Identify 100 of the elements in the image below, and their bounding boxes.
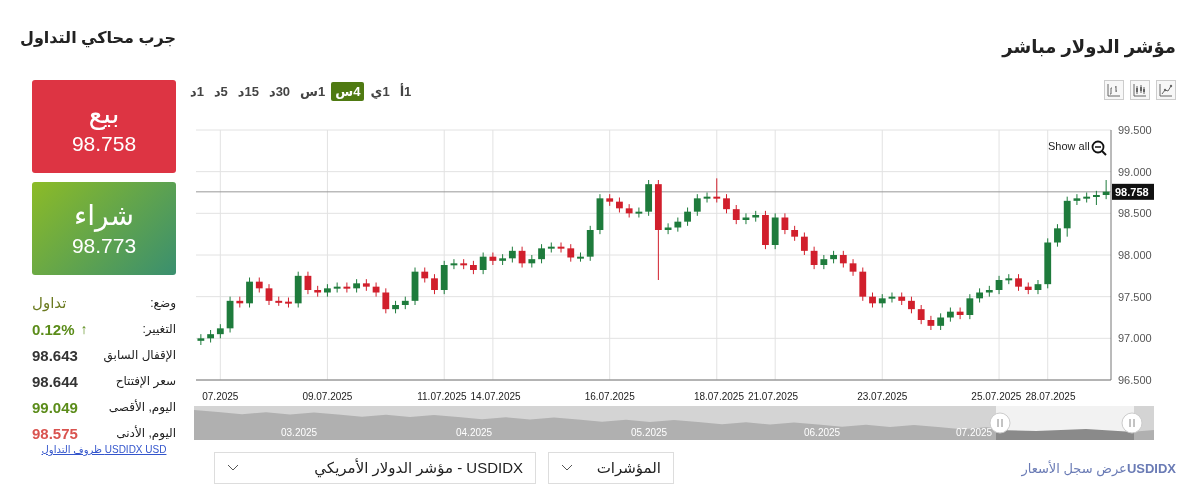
instrument-dropdown[interactable]: USDIDX - مؤشر الدولار الأمريكي bbox=[214, 452, 536, 484]
candlestick bbox=[538, 243, 545, 264]
candlestick bbox=[1015, 273, 1022, 292]
candlestick bbox=[810, 246, 818, 270]
candlestick bbox=[839, 250, 847, 268]
stat-label: اليوم, الأقصى bbox=[108, 400, 176, 414]
y-axis-label: 96.500 bbox=[1118, 374, 1152, 386]
candlestick bbox=[859, 267, 867, 302]
stat-label: اليوم, الأدنى bbox=[116, 426, 176, 440]
candlestick bbox=[265, 283, 273, 306]
stat-value: 99.049 bbox=[32, 398, 78, 416]
x-axis-label: 16.07.2025 bbox=[584, 391, 635, 402]
candlestick bbox=[255, 277, 263, 293]
candlestick bbox=[723, 193, 730, 214]
candlestick bbox=[401, 296, 409, 310]
candlestick bbox=[285, 297, 292, 308]
candlestick bbox=[908, 296, 915, 314]
candlestick bbox=[947, 307, 954, 323]
timeframe-tab[interactable]: 30د bbox=[264, 82, 295, 101]
candlestick bbox=[246, 277, 253, 308]
candlestick bbox=[752, 210, 760, 223]
candlestick bbox=[470, 260, 477, 275]
candlestick bbox=[762, 210, 769, 250]
candlestick bbox=[635, 207, 643, 218]
timeframe-tab[interactable]: 1أ bbox=[395, 82, 416, 101]
candlestick bbox=[197, 333, 205, 346]
candlestick bbox=[956, 307, 964, 320]
x-axis-label: 28.07.2025 bbox=[1025, 391, 1076, 402]
candlestick bbox=[275, 296, 283, 307]
candlestick bbox=[226, 296, 234, 333]
candlestick bbox=[1093, 190, 1100, 206]
candlestick bbox=[547, 242, 555, 253]
candlestick bbox=[664, 222, 672, 235]
candlestick bbox=[869, 292, 876, 308]
timeframe-tab[interactable]: 1ي bbox=[366, 82, 394, 101]
line-chart-icon[interactable] bbox=[1156, 80, 1176, 100]
candlestick bbox=[207, 329, 214, 343]
candlestick bbox=[898, 292, 906, 306]
price-tag: 98.758 bbox=[1112, 183, 1154, 200]
y-axis-label: 98.500 bbox=[1118, 207, 1152, 220]
candlestick bbox=[1102, 179, 1110, 200]
candlestick bbox=[362, 278, 370, 292]
candlestick bbox=[324, 283, 331, 298]
candlestick-chart-icon[interactable] bbox=[1130, 80, 1150, 100]
candlestick bbox=[674, 217, 682, 233]
timeframe-tab[interactable]: 1د bbox=[186, 82, 208, 101]
candlestick bbox=[333, 282, 341, 293]
candlestick bbox=[1054, 223, 1061, 248]
candlestick bbox=[421, 267, 429, 283]
candlestick bbox=[771, 212, 779, 250]
candlestick bbox=[479, 252, 487, 275]
zoom-out-icon[interactable] bbox=[1091, 140, 1107, 156]
candlestick bbox=[917, 304, 925, 325]
candlestick bbox=[878, 293, 886, 308]
candlestick bbox=[450, 258, 458, 270]
candlestick bbox=[849, 258, 857, 277]
navigator-label: 03.2025 bbox=[281, 427, 318, 438]
x-axis-label: 25.07.2025 bbox=[971, 391, 1022, 402]
candlestick bbox=[411, 267, 419, 306]
candlestick bbox=[236, 296, 244, 308]
candlestick bbox=[353, 278, 360, 293]
candlestick bbox=[1044, 237, 1052, 289]
stat-label: التغيير: bbox=[142, 322, 176, 336]
candlestick bbox=[528, 254, 536, 268]
candlestick bbox=[888, 292, 896, 303]
candlestick bbox=[1034, 279, 1042, 295]
range-handle[interactable] bbox=[1121, 412, 1143, 434]
stat-value: تداول bbox=[32, 294, 67, 312]
candlestick bbox=[966, 293, 974, 320]
candlestick bbox=[1005, 273, 1013, 285]
candlestick bbox=[216, 323, 224, 339]
candlestick bbox=[937, 312, 945, 331]
stat-value: 0.12% bbox=[32, 320, 75, 338]
candlestick bbox=[431, 273, 438, 295]
candlestick bbox=[518, 246, 526, 268]
y-axis-label: 97.500 bbox=[1118, 290, 1152, 303]
y-axis-label: 97.000 bbox=[1118, 332, 1152, 345]
candlestick bbox=[820, 254, 828, 270]
stat-value: 98.644 bbox=[32, 372, 78, 390]
chevron-down-icon bbox=[561, 464, 573, 472]
timeframe-tab[interactable]: 5د bbox=[209, 82, 232, 101]
category-dropdown[interactable]: المؤشرات bbox=[548, 452, 674, 484]
candlestick bbox=[1083, 192, 1091, 203]
timeframe-tab[interactable]: 1س bbox=[296, 82, 330, 101]
candlestick bbox=[995, 275, 1003, 295]
candlestick bbox=[557, 242, 565, 253]
candlestick bbox=[1063, 196, 1071, 238]
up-arrow-icon: ↑ bbox=[80, 321, 88, 337]
chevron-down-icon bbox=[227, 464, 239, 472]
x-axis-label: 09.07.2025 bbox=[302, 391, 353, 402]
candlestick bbox=[577, 252, 584, 263]
candlestick bbox=[596, 193, 604, 235]
show-all-button[interactable]: Show all bbox=[1048, 140, 1090, 152]
timeframe-tab[interactable]: 4س bbox=[331, 82, 365, 101]
trading-conditions-link[interactable]: USDIDX USD ظروف التداول bbox=[32, 444, 176, 455]
x-axis-label: 11.07.2025 bbox=[417, 391, 467, 402]
candlestick bbox=[713, 177, 721, 203]
stat-label: سعر الإفتتاح bbox=[115, 374, 176, 388]
candlestick bbox=[616, 197, 623, 213]
timeframe-tab[interactable]: 15د bbox=[233, 82, 263, 101]
